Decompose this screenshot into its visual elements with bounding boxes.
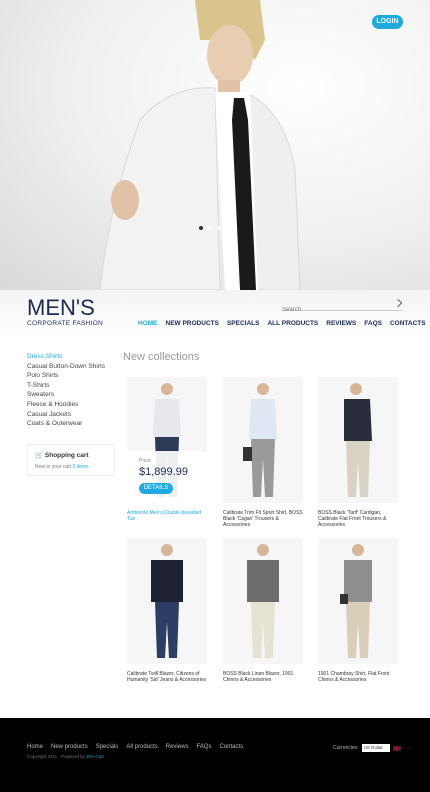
- product-card[interactable]: Calibrate Twill Blazer, Citizens of Huma…: [127, 538, 207, 683]
- price-label: Price:: [139, 458, 152, 464]
- footer-link-contacts[interactable]: Contacts: [219, 744, 243, 750]
- product-card[interactable]: Price: $1,899.99 DETAILS Ambiente Men's …: [127, 377, 207, 522]
- search-box: [282, 298, 403, 316]
- footer-link-faqs[interactable]: FAQs: [196, 744, 211, 750]
- footer-link-specials[interactable]: Specials: [96, 744, 119, 750]
- uk-flag-icon[interactable]: [392, 745, 401, 751]
- product-photo: [223, 538, 303, 664]
- product-photo: [318, 377, 398, 503]
- product-image[interactable]: [223, 538, 303, 664]
- product-card[interactable]: Calibrate Trim Fit Sport Shirt, BOSS Bla…: [223, 377, 303, 528]
- footer-link-new-products[interactable]: New products: [51, 744, 88, 750]
- nav-reviews[interactable]: REVIEWS: [326, 320, 356, 327]
- product-name[interactable]: Calibrate Twill Blazer, Citizens of Huma…: [127, 671, 207, 683]
- category-link[interactable]: Sweaters: [27, 390, 105, 400]
- product-card[interactable]: 1901 Chambray Shirt, Flat Front Chinos &…: [318, 538, 398, 683]
- slider-pagination: [199, 226, 230, 230]
- slider-dot[interactable]: [208, 226, 212, 230]
- product-image[interactable]: [318, 377, 398, 503]
- category-link[interactable]: T-Shirts: [27, 381, 105, 391]
- slider-dot[interactable]: [226, 226, 230, 230]
- search-arrow-icon[interactable]: [393, 298, 403, 308]
- footer-link-home[interactable]: Home: [27, 744, 43, 750]
- product-name[interactable]: BOSS Black Linen Blazer, 1901 Chinos & A…: [223, 671, 303, 683]
- cart-summary-label: Now in your cart: [35, 464, 72, 470]
- product-name[interactable]: Ambiente Men's Double-breasted Tux: [127, 510, 207, 522]
- login-button[interactable]: LOGIN: [372, 15, 403, 29]
- hero-banner: LOGIN: [0, 0, 430, 290]
- logo-title: MEN'S: [27, 295, 95, 320]
- search-input[interactable]: [282, 304, 387, 316]
- currency-selector: Currencies: US Dollar: [333, 744, 401, 752]
- slider-dot[interactable]: [217, 226, 221, 230]
- copyright-text: Copyright 2011 · Powered by: [27, 754, 85, 759]
- logo-subtitle: CORPORATE FASHION: [27, 320, 104, 327]
- shopping-cart-box: 🛒 Shopping cart Now in your cart 0 items: [27, 444, 115, 476]
- currency-select[interactable]: US Dollar: [361, 744, 390, 752]
- cart-title-label: Shopping cart: [44, 452, 89, 459]
- nav-specials[interactable]: SPECIALS: [227, 320, 260, 327]
- category-link[interactable]: Dress Shirts: [27, 352, 105, 362]
- nav-new-products[interactable]: NEW PRODUCTS: [166, 320, 219, 327]
- category-link[interactable]: Casual Button-Down Shirts: [27, 362, 105, 372]
- cart-icon: 🛒: [35, 452, 44, 459]
- footer-nav: Home New products Specials All products …: [27, 744, 243, 750]
- hero-model-image: [99, 0, 301, 290]
- product-image[interactable]: Price: $1,899.99 DETAILS: [127, 377, 207, 503]
- product-name[interactable]: Calibrate Trim Fit Sport Shirt, BOSS Bla…: [223, 510, 303, 528]
- currency-label: Currencies:: [333, 745, 359, 751]
- main-nav: HOME NEW PRODUCTS SPECIALS ALL PRODUCTS …: [138, 320, 426, 327]
- nav-contacts[interactable]: CONTACTS: [390, 320, 426, 327]
- product-card[interactable]: BOSS Black 'Tarif' Cardigan, Calibrate F…: [318, 377, 398, 528]
- category-list: Dress Shirts Casual Button-Down Shirts P…: [27, 352, 105, 429]
- product-price: $1,899.99: [139, 466, 188, 478]
- product-photo: [127, 538, 207, 664]
- nav-all-products[interactable]: ALL PRODUCTS: [267, 320, 318, 327]
- product-name[interactable]: BOSS Black 'Tarif' Cardigan, Calibrate F…: [318, 510, 398, 528]
- nav-faqs[interactable]: FAQS: [364, 320, 382, 327]
- category-link[interactable]: Polo Shirts: [27, 371, 105, 381]
- cart-items-link[interactable]: 0 items: [73, 464, 89, 470]
- slider-dot[interactable]: [199, 226, 203, 230]
- footer-link-reviews[interactable]: Reviews: [166, 744, 189, 750]
- category-link[interactable]: Coats & Outerwear: [27, 419, 105, 429]
- product-image[interactable]: [127, 538, 207, 664]
- product-photo: [223, 377, 303, 503]
- product-image[interactable]: [318, 538, 398, 664]
- product-image[interactable]: [223, 377, 303, 503]
- section-title: New collections: [123, 351, 200, 363]
- cart-title[interactable]: 🛒 Shopping cart: [35, 451, 89, 459]
- category-link[interactable]: Casual Jackets: [27, 410, 105, 420]
- site-logo[interactable]: MEN'S CORPORATE FASHION: [27, 295, 104, 328]
- product-card[interactable]: BOSS Black Linen Blazer, 1901 Chinos & A…: [223, 538, 303, 683]
- details-button[interactable]: DETAILS: [139, 483, 173, 494]
- powered-by-link[interactable]: Zen Cart: [86, 754, 104, 759]
- nav-home[interactable]: HOME: [138, 320, 158, 327]
- cart-summary: Now in your cart 0 items: [35, 464, 89, 470]
- footer: Home New products Specials All products …: [0, 718, 430, 792]
- product-name[interactable]: 1901 Chambray Shirt, Flat Front Chinos &…: [318, 671, 398, 683]
- copyright: Copyright 2011 · Powered by Zen Cart: [27, 754, 104, 759]
- category-link[interactable]: Fleece & Hoodies: [27, 400, 105, 410]
- footer-link-all-products[interactable]: All products: [126, 744, 157, 750]
- price-overlay: Price: $1,899.99 DETAILS: [127, 451, 207, 503]
- product-photo: [318, 538, 398, 664]
